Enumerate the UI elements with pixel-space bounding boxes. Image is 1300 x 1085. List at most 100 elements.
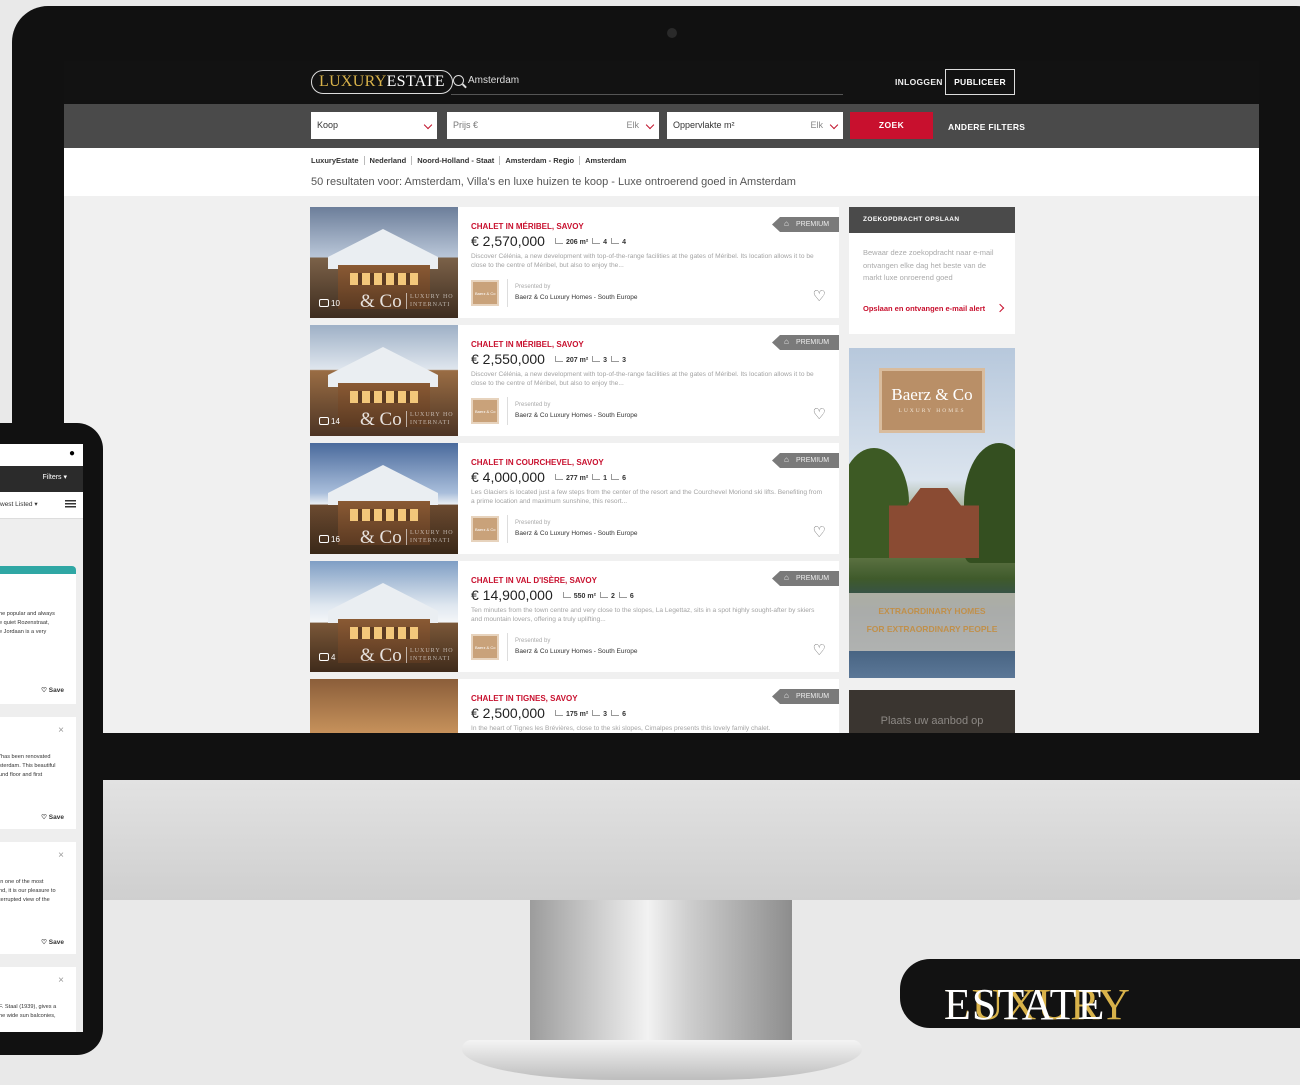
bed-icon [599, 592, 608, 598]
agency-logo [471, 634, 499, 660]
breadcrumb-item[interactable]: LuxuryEstate [311, 156, 365, 165]
phone-listing-text: he popular and always e quiet Rozenstraa… [0, 611, 55, 635]
area-icon [554, 474, 563, 480]
close-icon[interactable]: × [58, 725, 64, 736]
presented-by: Presented by [515, 284, 551, 290]
listing-title[interactable]: CHALET IN MÉRIBEL, SAVOY [471, 340, 584, 349]
agency-name[interactable]: Baerz & Co Luxury Homes - South Europe [515, 530, 637, 537]
phone-sort-select[interactable]: west Listed ▾ [0, 500, 38, 508]
breadcrumb-item[interactable]: Nederland [364, 156, 413, 165]
listing-price: € 2,570,000 206 m² 4 4 [471, 233, 626, 249]
phone-listing-card[interactable]: × "has been renovated sterdam. This beau… [0, 717, 76, 829]
bath-icon [611, 238, 620, 244]
phone-listing-card[interactable]: × in one of the most nd, it is our pleas… [0, 842, 76, 954]
photo-count: 4 [319, 653, 335, 662]
listing-photo[interactable]: & Co LUXURY HO INTERNATI 14 [310, 325, 458, 436]
breadcrumb-item[interactable]: Noord-Holland - Staat [412, 156, 501, 165]
listing-photo[interactable]: & Co LUXURY HO INTERNATI 10 [310, 207, 458, 318]
save-search-title: ZOEKOPDRACHT OPSLAAN [849, 207, 1015, 233]
chevron-right-icon[interactable] [995, 303, 1005, 313]
listing-photo[interactable]: & Co LUXURY HO INTERNATI 16 [310, 443, 458, 554]
listing-card[interactable]: & CoLUXURY HO INTERNATI 14 PREMIUM CHALET… [310, 325, 839, 436]
ad-brand-logo: Baerz & Co LUXURY HOMES [879, 368, 985, 433]
listing-title[interactable]: CHALET IN VAL D'ISÈRE, SAVOY [471, 576, 597, 585]
listing-photo[interactable]: & Co LUXURY HO INTERNATI 4 [310, 561, 458, 672]
photo-count: 16 [319, 535, 340, 544]
brand-estate: ESTATE [944, 980, 1106, 1029]
phone-save-button[interactable]: ♡ Save [41, 813, 64, 821]
bath-icon [611, 356, 620, 362]
agency-name[interactable]: Baerz & Co Luxury Homes - South Europe [515, 648, 637, 655]
close-icon[interactable]: × [58, 975, 64, 986]
close-icon[interactable]: × [58, 850, 64, 861]
price-placeholder: Prijs € [453, 120, 479, 130]
user-icon[interactable]: ● [69, 448, 75, 459]
agency-name[interactable]: Baerz & Co Luxury Homes - South Europe [515, 412, 637, 419]
camera-icon [319, 653, 329, 661]
type-select[interactable]: Koop [311, 112, 437, 139]
camera-dot [667, 28, 677, 38]
listing-price: € 2,550,000 207 m² 3 3 [471, 351, 626, 367]
heart-icon[interactable]: ♡ [813, 405, 826, 423]
listing-card[interactable]: & CoLUXURY HO INTERNATI 10 PREMIUM CHALET… [310, 207, 839, 318]
list-view-icon[interactable] [65, 500, 76, 508]
agency-name[interactable]: Baerz & Co Luxury Homes - South Europe [515, 294, 637, 301]
imac-foot [462, 1040, 862, 1080]
search-button[interactable]: ZOEK [850, 112, 933, 139]
filter-bar: Koop Prijs € Elk Oppervlakte m² Elk ZOEK A… [64, 104, 1259, 148]
site-logo[interactable]: LUXURYESTATE [311, 70, 453, 94]
price-any: Elk [626, 120, 639, 130]
listing-photo[interactable] [310, 679, 458, 733]
photo-count: 14 [319, 417, 340, 426]
listing-description: Les Glaciers is located just a few steps… [471, 489, 823, 505]
heart-icon[interactable]: ♡ [813, 523, 826, 541]
bath-icon [611, 710, 620, 716]
phone-listing-card[interactable]: he popular and always e quiet Rozenstraa… [0, 574, 76, 704]
listing-title[interactable]: CHALET IN COURCHEVEL, SAVOY [471, 458, 604, 467]
listing-card[interactable]: PREMIUM CHALET IN TIGNES, SAVOY € 2,500,… [310, 679, 839, 733]
heart-icon[interactable]: ♡ [813, 287, 826, 305]
listing-meta: 550 m² 2 6 [559, 592, 634, 600]
phone-listing-card[interactable]: × F. Staal (1939), gives a he wide sun b… [0, 967, 76, 1032]
agency-logo [471, 516, 499, 542]
login-link[interactable]: INLOGGEN [895, 77, 943, 87]
listing-title[interactable]: CHALET IN MÉRIBEL, SAVOY [471, 222, 584, 231]
publish-ad-banner[interactable]: Plaats uw aanbod op [849, 690, 1015, 733]
agency-logo [471, 398, 499, 424]
bath-icon [618, 592, 627, 598]
premium-badge: PREMIUM [772, 571, 839, 586]
listing-card[interactable]: & CoLUXURY HO INTERNATI 16 PREMIUM CHALET… [310, 443, 839, 554]
listing-card[interactable]: & CoLUXURY HO INTERNATI 4 PREMIUM CHALET … [310, 561, 839, 672]
price-select[interactable]: Prijs € Elk [447, 112, 659, 139]
area-select[interactable]: Oppervlakte m² Elk [667, 112, 843, 139]
search-input[interactable]: Amsterdam [451, 73, 843, 95]
phone-save-button[interactable]: ♡ Save [41, 686, 64, 694]
results-heading: 50 resultaten voor: Amsterdam, Villa's e… [311, 176, 796, 188]
save-search-text: Bewaar deze zoekopdracht naar e-mail ont… [863, 248, 994, 282]
area-icon [554, 356, 563, 362]
phone-filters-button[interactable]: Filters ▾ [42, 473, 67, 481]
listing-title[interactable]: CHALET IN TIGNES, SAVOY [471, 694, 578, 703]
save-search-link[interactable]: Opslaan en ontvangen e-mail alert [863, 304, 988, 313]
breadcrumb-item[interactable]: Amsterdam - Regio [500, 156, 581, 165]
ad-tagline-2: FOR EXTRAORDINARY PEOPLE [866, 624, 998, 634]
photo-watermark: & Co [360, 291, 402, 312]
ad-banner[interactable]: Baerz & Co LUXURY HOMES EXTRAORDINARY HOM… [849, 348, 1015, 678]
area-icon [562, 592, 571, 598]
photo-watermark-small: LUXURY HO INTERNATI [406, 529, 458, 545]
breadcrumb-band: LuxuryEstate Nederland Noord-Holland - Sta… [64, 148, 1259, 196]
heart-icon[interactable]: ♡ [813, 641, 826, 659]
phone-filter-bar: Filters ▾ [0, 466, 83, 492]
listing-description: Discover Célénia, a new development with… [471, 371, 814, 387]
listing-price: € 4,000,000 277 m² 1 6 [471, 469, 626, 485]
publish-button[interactable]: PUBLICEER [945, 69, 1015, 95]
imac-stand [530, 900, 792, 1040]
bed-icon [592, 710, 601, 716]
camera-icon [319, 417, 329, 425]
more-filters-link[interactable]: ANDERE FILTERS [948, 122, 1025, 132]
camera-icon [319, 299, 329, 307]
phone-save-button[interactable]: ♡ Save [41, 938, 64, 946]
breadcrumb-item[interactable]: Amsterdam [580, 156, 631, 165]
photo-watermark-small: LUXURY HO INTERNATI [406, 647, 458, 663]
photo-watermark-small: LUXURY HO INTERNATI [406, 411, 458, 427]
